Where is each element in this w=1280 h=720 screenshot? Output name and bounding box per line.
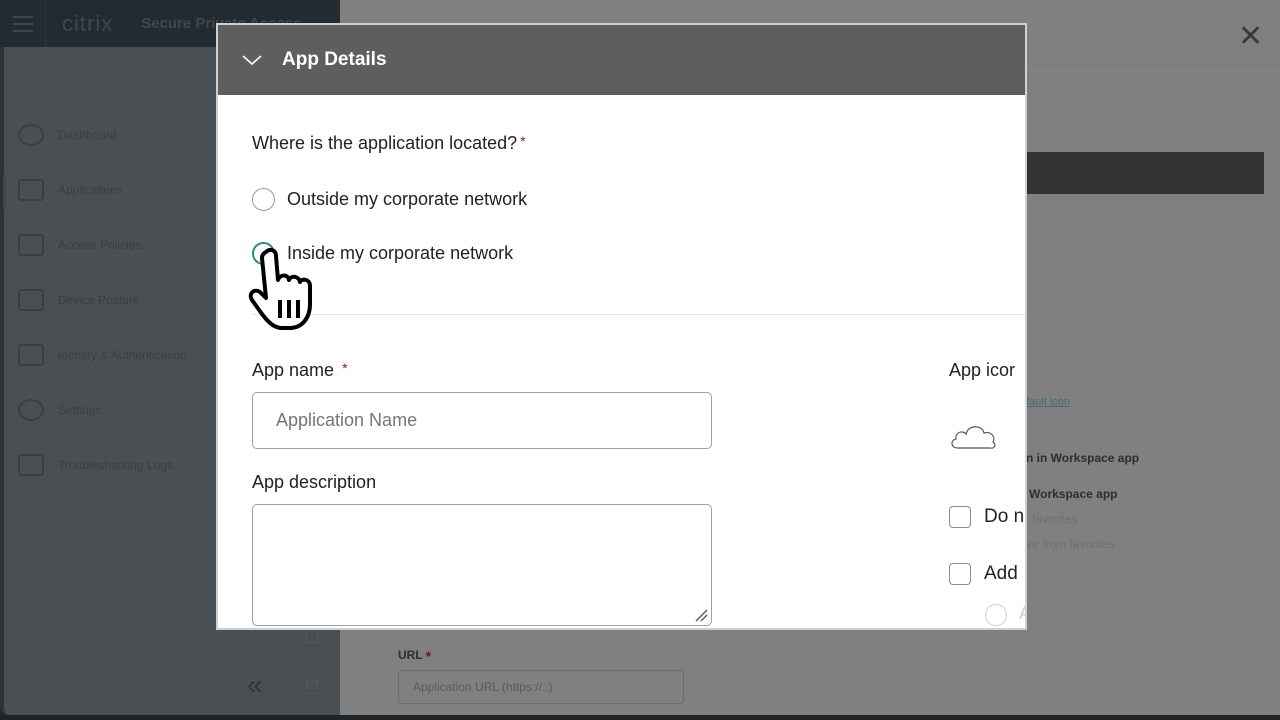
sidebar-item-settings[interactable]: Settings (18, 399, 101, 421)
radio-button[interactable] (252, 188, 275, 211)
close-icon[interactable]: ✕ (1238, 22, 1263, 52)
window-icon (18, 179, 44, 201)
workspace-option-label: Workspace app (1029, 487, 1118, 501)
checkbox-icon (306, 629, 318, 643)
radio-button[interactable] (985, 604, 1007, 626)
location-question: Where is the application located? * (252, 133, 526, 154)
cloud-icon (951, 426, 996, 449)
divider (252, 314, 1025, 315)
app-details-modal: App Details Where is the application loc… (216, 23, 1027, 630)
sidebar-item-label: Device Posture (58, 293, 140, 307)
double-chevron-left-icon[interactable]: « (247, 669, 263, 701)
checkbox-label: Do n (984, 506, 1025, 527)
required-mark: * (342, 360, 348, 376)
modal-title: App Details (282, 49, 387, 70)
url-label: URL * (398, 648, 431, 664)
checkbox-icon (306, 680, 318, 694)
sidebar-item-device-posture[interactable]: Device Posture (18, 289, 139, 311)
sidebar-item-applications[interactable]: Applications (18, 179, 123, 201)
sidebar-item-troubleshooting-logs[interactable]: Troubleshooting Logs (18, 454, 173, 476)
app-description-textarea[interactable] (252, 504, 712, 626)
checkbox-do-not[interactable]: Do n (949, 506, 1024, 528)
chevron-down-icon[interactable] (240, 48, 264, 72)
sidebar-item-label: Applications (58, 183, 123, 197)
sidebar-item-label: Identity & Authentication (58, 348, 187, 362)
sidebar-item-access-policies[interactable]: Access Policies (18, 234, 141, 256)
app-icon-label: App icor (949, 360, 1016, 380)
default-icon-link[interactable]: fault icon (1026, 396, 1070, 408)
sidebar-item-identity-authentication[interactable]: Identity & Authentication (18, 344, 187, 366)
url-input[interactable]: Application URL (https://..) (398, 670, 684, 704)
citrix-logo: citrix (62, 10, 114, 36)
radio-label: Outside my corporate network (287, 189, 528, 209)
app-name-label-text: App name (252, 360, 335, 380)
sidebar-item-label: Troubleshooting Logs (58, 458, 173, 472)
bottom-strip (0, 715, 1280, 720)
required-mark: * (425, 648, 432, 664)
radio-outside-network[interactable]: Outside my corporate network (252, 188, 527, 211)
required-mark: * (520, 133, 526, 149)
app-name-input[interactable] (252, 392, 712, 449)
checkbox[interactable] (949, 563, 971, 585)
location-question-text: Where is the application located? (252, 133, 518, 153)
app-name-label: App name * (252, 360, 348, 381)
favorites-option-label: ve from favorites (1026, 537, 1115, 551)
app-root: citrix Secure Private Access Dashboard A… (0, 0, 1280, 720)
url-label-text: URL (398, 648, 423, 662)
id-card-icon (18, 344, 44, 366)
hand-pointer-cursor-icon (248, 247, 312, 330)
section-header-bar (1026, 152, 1264, 194)
resize-handle-icon[interactable] (694, 608, 708, 622)
gear-icon (18, 399, 44, 421)
modal-header[interactable]: App Details (218, 25, 1025, 95)
active-indicator (3, 175, 6, 209)
sidebar-item-dashboard[interactable]: Dashboard (18, 124, 117, 146)
hamburger-icon[interactable] (0, 0, 46, 47)
checkbox-add[interactable]: Add (949, 563, 1018, 585)
laptop-icon (18, 289, 44, 311)
gauge-icon (18, 124, 44, 146)
app-description-label: App description (252, 472, 377, 492)
scroll-icon (18, 234, 44, 256)
sidebar-item-label: Settings (58, 403, 102, 417)
favorites-option-label: favorites (1032, 512, 1078, 526)
sidebar-item-label: Dashboard (58, 128, 117, 142)
log-search-icon (18, 454, 44, 476)
sidebar-item-label: Access Policies (58, 238, 142, 252)
checkbox-label: Add (984, 563, 1018, 584)
checkbox[interactable] (949, 506, 971, 528)
workspace-option-label: n in Workspace app (1026, 451, 1140, 465)
radio-label: A (1019, 603, 1025, 624)
